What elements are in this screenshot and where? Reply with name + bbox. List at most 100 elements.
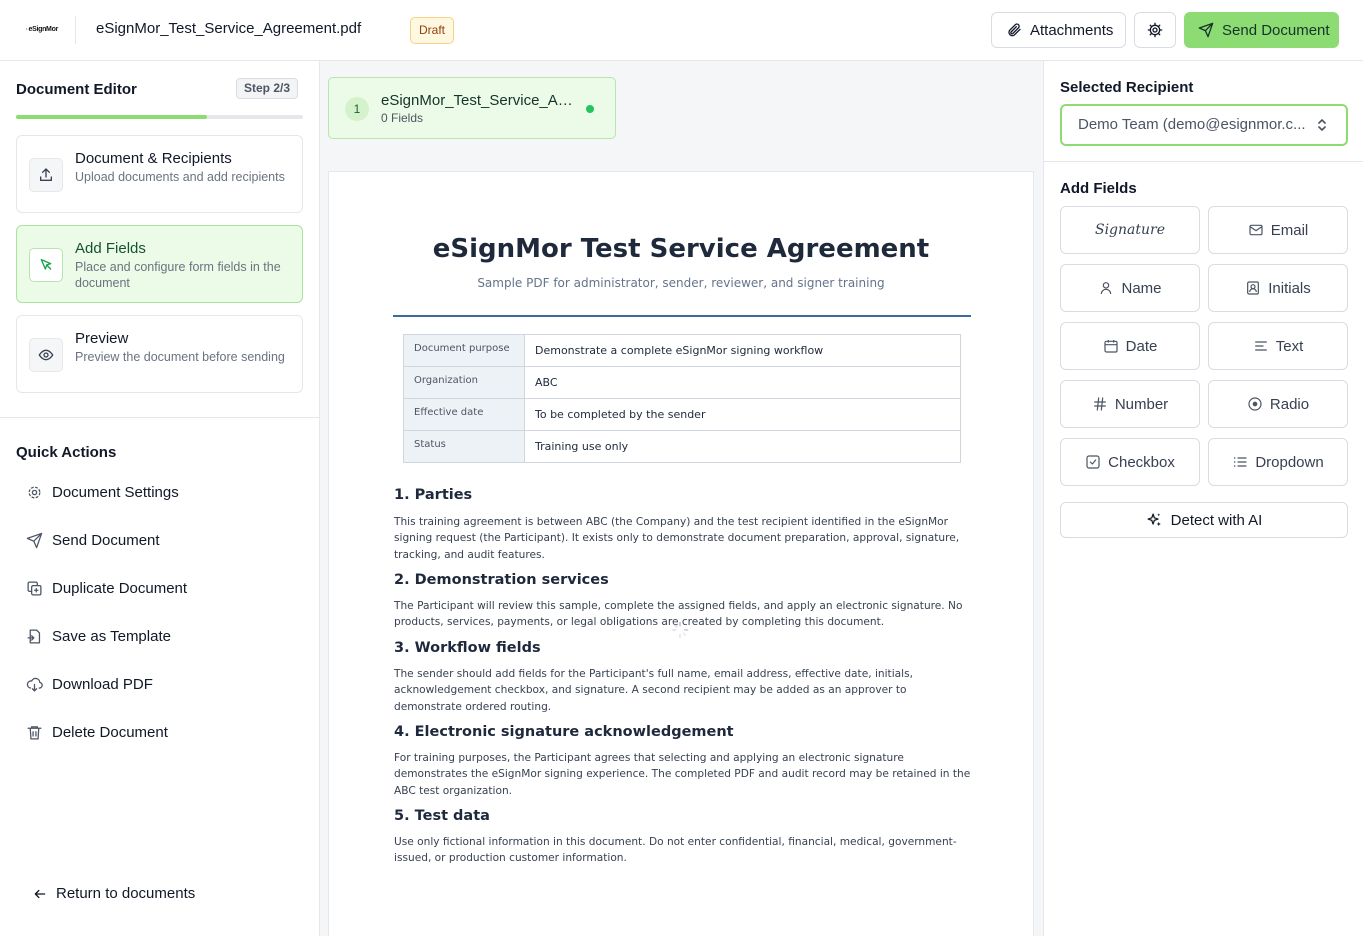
field-label: Text <box>1275 337 1304 355</box>
quick-action-document-settings[interactable]: Document Settings <box>26 480 179 504</box>
attachments-label: Attachments <box>1030 21 1114 39</box>
field-name-button[interactable]: Name <box>1060 264 1200 312</box>
user-icon <box>1101 282 1112 295</box>
quick-action-label: Delete Document <box>52 723 168 741</box>
arrow-left-icon <box>34 889 46 898</box>
table-key: Effective date <box>403 398 525 431</box>
pdf-section-text: The sender should add fields for the Par… <box>394 668 913 713</box>
document-name: eSignMor_Test_Service_Agreement.pdf <box>96 20 362 37</box>
header-divider <box>75 16 76 44</box>
step-add-fields[interactable]: Add Fields Place and configure form fiel… <box>16 225 303 303</box>
field-text-button[interactable]: Text <box>1208 322 1348 370</box>
send-icon <box>1198 22 1214 38</box>
table-row: Document purpose Demonstrate a complete e… <box>403 334 961 367</box>
pdf-section-text: Use only fictional information in this d… <box>394 836 957 865</box>
pdf-section-heading: 3. Workflow fields <box>394 640 541 656</box>
calendar-icon <box>1104 340 1118 353</box>
text-icon <box>1254 341 1267 351</box>
pdf-section-heading: 1. Parties <box>394 487 473 503</box>
pdf-title: eSignMor Test Service Agreement <box>432 234 930 264</box>
step-badge: Step 2/3 <box>236 78 299 99</box>
field-label: Checkbox <box>1108 453 1175 471</box>
document-tab[interactable]: 1 eSignMor_Test_Service_Agreement.pdf 0 … <box>328 77 616 139</box>
pdf-subtitle: Sample PDF for administrator, sender, re… <box>477 276 885 290</box>
quick-action-label: Document Settings <box>52 483 179 501</box>
recipient-value: Demo Team (demo@esignmor.c... <box>1078 116 1306 133</box>
pdf-section-heading: 5. Test data <box>394 808 490 824</box>
table-key: Document purpose <box>403 334 525 367</box>
pdf-section-heading: 4. Electronic signature acknowledgement <box>394 724 734 740</box>
logo-text: eSignMor <box>28 25 59 33</box>
initials-icon <box>1247 281 1260 295</box>
add-fields-title: Add Fields <box>1060 180 1137 197</box>
status-badge: Draft <box>410 17 455 44</box>
upload-icon <box>29 158 63 192</box>
field-label: Radio <box>1269 395 1310 413</box>
top-bar: eSignMor eSignMor_Test_Service_Agreement… <box>0 0 1363 61</box>
field-number-button[interactable]: Number <box>1060 380 1200 428</box>
attachments-button[interactable]: Attachments <box>991 12 1126 48</box>
field-initials-button[interactable]: Initials <box>1208 264 1348 312</box>
loading-spinner-icon <box>671 621 689 639</box>
document-status-dot <box>586 105 594 113</box>
quick-actions-title: Quick Actions <box>16 444 117 461</box>
step-preview[interactable]: Preview Preview the document before send… <box>16 315 303 393</box>
field-email-button[interactable]: Email <box>1208 206 1348 254</box>
field-radio-button[interactable]: Radio <box>1208 380 1348 428</box>
pdf-title-rule <box>393 315 971 317</box>
right-panel: Selected Recipient Demo Team (demo@esign… <box>1043 61 1363 936</box>
quick-action-label: Save as Template <box>52 627 171 645</box>
gear-icon <box>1147 22 1163 38</box>
field-label: Name <box>1121 279 1162 297</box>
signature-icon: Signature <box>1094 222 1165 238</box>
quick-action-delete-document[interactable]: Delete Document <box>26 720 168 744</box>
duplicate-icon <box>27 580 42 596</box>
cloud-download-icon <box>26 677 43 692</box>
app-logo[interactable]: eSignMor <box>26 21 58 37</box>
quick-action-send-document[interactable]: Send Document <box>26 528 160 552</box>
left-sidebar: Document Editor Step 2/3 Document & Reci… <box>0 61 320 936</box>
template-icon <box>27 628 41 644</box>
sparkles-icon <box>1147 512 1161 526</box>
document-tab-number: 1 <box>345 97 369 121</box>
checkbox-icon <box>1086 455 1100 469</box>
field-label: Number <box>1114 395 1169 413</box>
mail-icon <box>1249 224 1263 236</box>
field-label: Dropdown <box>1255 453 1324 471</box>
trash-icon <box>27 725 42 740</box>
field-signature-button[interactable]: Signature <box>1060 206 1200 254</box>
send-document-button[interactable]: Send Document <box>1184 12 1339 48</box>
pdf-page[interactable]: eSignMor Test Service Agreement Sample P… <box>328 171 1034 936</box>
chevron-up-down-icon <box>1318 119 1326 131</box>
table-key: Organization <box>403 366 525 399</box>
return-to-documents-link[interactable]: Return to documents <box>33 885 195 902</box>
recipient-select[interactable]: Demo Team (demo@esignmor.c... <box>1060 104 1348 146</box>
send-document-label: Send Document <box>1222 21 1330 39</box>
quick-action-label: Download PDF <box>52 675 153 693</box>
quick-action-label: Send Document <box>52 531 160 549</box>
list-icon <box>1234 457 1247 467</box>
step-title: Add Fields <box>75 240 146 257</box>
document-tab-name: eSignMor_Test_Service_Agreement.pdf <box>381 92 576 109</box>
step-document-recipients[interactable]: Document & Recipients Upload documents a… <box>16 135 303 213</box>
step-title: Preview <box>75 330 129 347</box>
quick-action-duplicate-document[interactable]: Duplicate Document <box>26 576 187 600</box>
editor-title: Document Editor <box>16 81 137 98</box>
table-value: ABC <box>524 366 961 399</box>
step-progress-bar <box>16 115 303 119</box>
sidebar-divider <box>0 417 319 418</box>
settings-button[interactable] <box>1134 12 1176 48</box>
return-label: Return to documents <box>56 885 196 902</box>
detect-with-ai-button[interactable]: Detect with AI <box>1060 502 1348 538</box>
table-row: Effective date To be completed by the sen… <box>403 398 961 431</box>
quick-action-save-template[interactable]: Save as Template <box>26 624 171 648</box>
field-date-button[interactable]: Date <box>1060 322 1200 370</box>
step-description: Place and configure form fields in the d… <box>75 260 281 290</box>
field-label: Initials <box>1268 279 1311 297</box>
paperclip-icon <box>1008 23 1021 37</box>
selected-recipient-title: Selected Recipient <box>1060 79 1194 96</box>
table-value: Training use only <box>524 430 961 463</box>
field-dropdown-button[interactable]: Dropdown <box>1208 438 1348 486</box>
field-checkbox-button[interactable]: Checkbox <box>1060 438 1200 486</box>
quick-action-download-pdf[interactable]: Download PDF <box>26 672 153 696</box>
